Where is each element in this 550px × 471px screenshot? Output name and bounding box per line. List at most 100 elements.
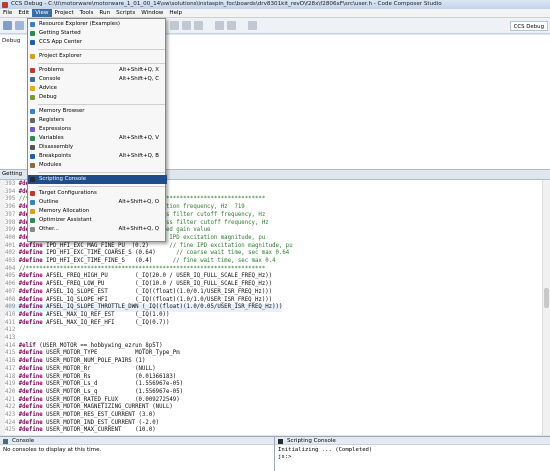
view-menu-item-ccs-app-center[interactable]: CCS App Center	[28, 38, 167, 47]
code-line[interactable]: 424 #define USER_MOTOR_IND_EST_CURRENT (…	[5, 420, 159, 428]
menu-file[interactable]: File	[0, 9, 15, 17]
line-number: 403	[5, 258, 19, 264]
view-menu-item-scripting-console[interactable]: Scripting Console	[28, 175, 167, 184]
code-text: AFSEL_IQ_SLOPE_HFI (_IQ((float)(1.0/1.0/…	[46, 296, 273, 303]
menu-project[interactable]: Project	[52, 9, 77, 17]
view-menu-item-advice[interactable]: Advice	[28, 84, 167, 93]
target-config-icon	[30, 191, 35, 196]
view-menu-item-project-explorer[interactable]: Project Explorer	[28, 52, 167, 61]
menu-window[interactable]: Window	[138, 9, 166, 17]
getting-started-tab[interactable]: Getting	[0, 171, 22, 179]
code-line[interactable]: 423 #define USER_MOTOR_RES_EST_CURRENT (…	[5, 412, 156, 420]
scripting-console-tab[interactable]: Scripting Console	[275, 437, 550, 445]
code-line[interactable]: 414 #elif (USER_MOTOR == hobbywing_ezrun…	[5, 343, 163, 351]
code-line[interactable]: 406 #define AFSEL_FREQ_LOW_PU (_IQ(10.0 …	[5, 281, 272, 289]
menu-scripts[interactable]: Scripts	[113, 9, 138, 17]
code-line[interactable]: 419 #define USER_MOTOR_Ls_d (1.556967e-0…	[5, 381, 183, 389]
toolbar-icon-b[interactable]	[182, 21, 191, 30]
menu-separator	[38, 49, 165, 50]
code-comment: // coarse wait time, sec max 0.64	[155, 250, 290, 257]
toolbar-icon-e[interactable]	[227, 21, 236, 30]
code-line[interactable]: 402 #define IPD_HFI_EXC_TIME_COARSE_S (0…	[5, 250, 289, 258]
new-icon[interactable]	[3, 21, 12, 30]
toolbar-icon-f[interactable]	[248, 21, 257, 30]
view-menu-item-modules[interactable]: Modules	[28, 161, 167, 170]
menu-tools[interactable]: Tools	[77, 9, 97, 17]
scripting-console-output[interactable]: Initializing ... (Completed) js:>	[275, 445, 550, 463]
code-text: AFSEL_MAX_IQ_REF_HFI (_IQ(0.7))	[46, 319, 170, 326]
code-keyword: #define	[18, 288, 47, 295]
code-keyword: #elif	[18, 342, 40, 349]
view-menu-item-label: Breakpoints	[39, 153, 72, 159]
view-menu-shortcut: Alt+Shift+Q, C	[118, 76, 159, 82]
code-line[interactable]: 405 #define AFSEL_FREQ_HIGH_PU (_IQ(20.0…	[5, 273, 272, 281]
code-keyword: #define	[18, 281, 47, 288]
view-menu-item-debug[interactable]: Debug	[28, 93, 167, 102]
view-menu-item-other[interactable]: Other... Alt+Shift+Q, Q	[28, 225, 167, 234]
code-line[interactable]: 409 #define AFSEL_IQ_SLOPE_THROTTLE_DWN …	[5, 304, 283, 312]
code-line[interactable]: 401 #define IPD_HFI_EXC_MAG_FINE_PU (0.2…	[5, 243, 293, 251]
code-line[interactable]: 408 #define AFSEL_IQ_SLOPE_HFI (_IQ((flo…	[5, 297, 272, 305]
code-line[interactable]: 421 #define USER_MOTOR_RATED_FLUX (0.009…	[5, 397, 180, 405]
console-tab[interactable]: Console	[0, 437, 274, 445]
code-line[interactable]: 418 #define USER_MOTOR_Rs (0.01366183)	[5, 374, 176, 382]
view-menu-item-variables[interactable]: Variables Alt+Shift+Q, V	[28, 134, 167, 143]
code-line[interactable]: 415 #define USER_MOTOR_TYPE MOTOR_Type_P…	[5, 350, 180, 358]
view-menu-item-optimizer-assistant[interactable]: Optimizer Assistant	[28, 216, 167, 225]
code-text: USER_MOTOR_NUM_POLE_PAIRS (1)	[46, 358, 146, 365]
code-line[interactable]: 412	[5, 327, 19, 335]
line-number: 417	[5, 365, 19, 372]
code-line[interactable]: 422 #define USER_MOTOR_MAGNETIZING_CURRE…	[5, 404, 173, 412]
menu-run[interactable]: Run	[96, 9, 113, 17]
line-number: 420	[5, 388, 19, 395]
view-menu-item-memory-allocation[interactable]: Memory Allocation	[28, 207, 167, 216]
other-icon	[30, 227, 35, 232]
code-line[interactable]: 404 //**********************************…	[5, 266, 265, 274]
code-line[interactable]: 420 #define USER_MOTOR_Ls_q (1.556967e-0…	[5, 389, 183, 397]
debug-tab[interactable]: Debug	[2, 38, 20, 44]
perspective-ccs-debug[interactable]: CCS Debug	[509, 21, 548, 31]
toolbar-icon-c[interactable]	[194, 21, 203, 30]
code-line[interactable]: 425 #define USER_MOTOR_MAX_CURRENT (10.0…	[5, 427, 156, 435]
view-menu-item-getting-started[interactable]: Getting Started	[28, 29, 167, 38]
view-menu-item-breakpoints[interactable]: Breakpoints Alt+Shift+Q, B	[28, 152, 167, 161]
view-menu-item-disassembly[interactable]: Disassembly	[28, 143, 167, 152]
toolbar-icon-d[interactable]	[215, 21, 224, 30]
view-menu-item-problems[interactable]: Problems Alt+Shift+Q, X	[28, 66, 167, 75]
view-menu-item-memory-browser[interactable]: Memory Browser	[28, 107, 167, 116]
view-menu-shortcut: Alt+Shift+Q, V	[119, 135, 159, 141]
code-text: AFSEL_MAX_IQ_REF_EST (_IQ(1.0))	[46, 311, 170, 318]
menu-edit[interactable]: Edit	[15, 9, 32, 17]
view-menu-item-console[interactable]: Console Alt+Shift+Q, C	[28, 75, 167, 84]
line-number: 415	[5, 350, 19, 357]
code-line[interactable]: 413	[5, 335, 19, 343]
line-number: 398	[5, 219, 19, 226]
line-number: 401	[5, 242, 19, 249]
save-icon[interactable]	[15, 21, 24, 30]
menu-help[interactable]: Help	[166, 9, 185, 17]
menu-view[interactable]: View	[32, 9, 52, 17]
view-menu-shortcut: Alt+Shift+Q, Q	[118, 226, 160, 232]
code-line[interactable]: 411 #define AFSEL_MAX_IQ_REF_HFI (_IQ(0.…	[5, 320, 169, 328]
code-text: USER_MOTOR_Rs (0.01366183)	[46, 373, 177, 380]
code-line[interactable]: 403 #define IPD_HFI_EXC_TIME_FINE_S (0.4…	[5, 258, 276, 266]
view-menu-item-outline[interactable]: Outline Alt+Shift+Q, O	[28, 198, 167, 207]
view-menu-dropdown: Resource Explorer (Examples) Getting Star…	[27, 18, 167, 242]
view-menu-item-target-configurations[interactable]: Target Configurations	[28, 189, 167, 198]
expressions-icon	[30, 127, 35, 132]
scripting-console-line: Initializing ... (Completed)	[278, 447, 373, 453]
code-line[interactable]: 407 #define AFSEL_IQ_SLOPE_EST (_IQ((flo…	[5, 289, 272, 297]
code-line[interactable]: 410 #define AFSEL_MAX_IQ_REF_EST (_IQ(1.…	[5, 312, 169, 320]
code-keyword: #define	[18, 311, 47, 318]
editor-scrollbar[interactable]	[542, 180, 550, 435]
editor-scroll-thumb[interactable]	[544, 288, 549, 308]
scripting-console-prompt[interactable]: js:>	[278, 454, 547, 461]
view-menu-item-registers[interactable]: Registers	[28, 116, 167, 125]
view-menu-item-label: Scripting Console	[39, 176, 87, 182]
view-menu-item-expressions[interactable]: Expressions	[28, 125, 167, 134]
line-number: 422	[5, 404, 19, 411]
code-line[interactable]: 417 #define USER_MOTOR_Rr (NULL)	[5, 366, 156, 374]
view-menu-item-resource-explorer-examples[interactable]: Resource Explorer (Examples)	[28, 20, 167, 29]
toolbar-icon-a[interactable]	[170, 21, 179, 30]
code-line[interactable]: 416 #define USER_MOTOR_NUM_POLE_PAIRS (1…	[5, 358, 145, 366]
